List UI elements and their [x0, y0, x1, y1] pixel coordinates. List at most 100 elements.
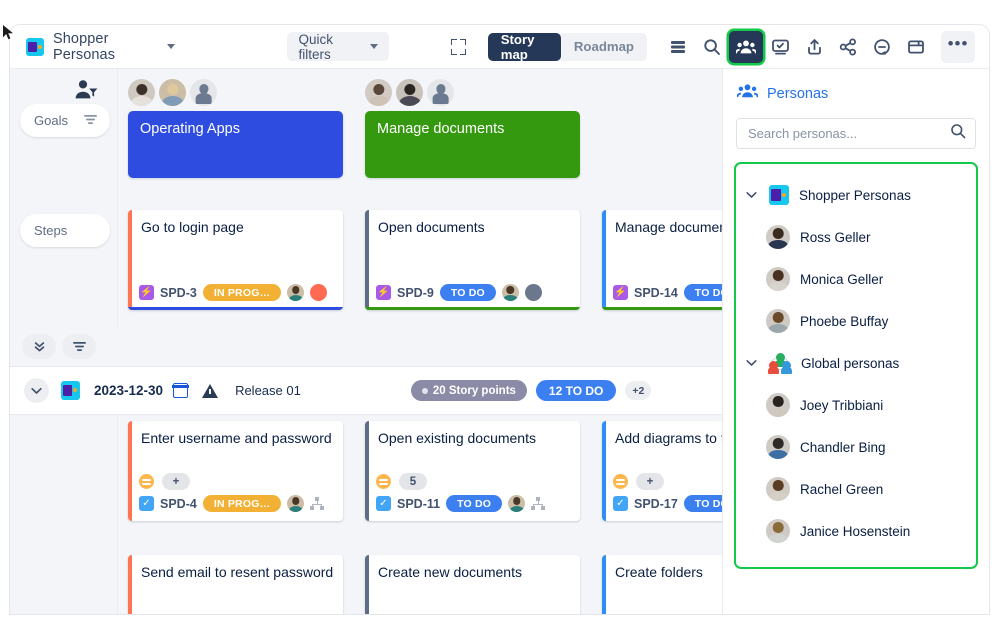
card-key: SPD-9: [397, 285, 434, 300]
chevron-down-icon[interactable]: [746, 186, 759, 204]
window-icon[interactable]: [899, 31, 933, 63]
status-badge[interactable]: IN PROG…: [202, 495, 282, 512]
collapse-all-button[interactable]: [22, 334, 56, 359]
search-personas-input[interactable]: [748, 126, 950, 141]
priority-icon[interactable]: [376, 474, 391, 489]
task-type-icon: [376, 496, 391, 511]
calendar-icon[interactable]: [172, 383, 189, 398]
chevron-down-icon: [167, 44, 176, 49]
chevron-down-icon[interactable]: [24, 378, 49, 403]
story-points-chip[interactable]: 5: [399, 473, 427, 490]
status-badge[interactable]: IN PROG…: [202, 284, 282, 301]
persona-item[interactable]: Phoebe Buffay: [736, 300, 976, 342]
persona-item[interactable]: Monica Geller: [736, 258, 976, 300]
tab-story-map[interactable]: Story map: [487, 32, 561, 62]
status-badge[interactable]: TO DO: [439, 284, 496, 301]
persona-group-global-personas[interactable]: Global personas: [736, 342, 976, 384]
personas-panel-header: Personas: [723, 69, 989, 104]
assignee-avatar[interactable]: [287, 495, 305, 512]
card-title: Open existing documents: [378, 430, 536, 446]
task-card[interactable]: Open existing documents 5 SPD-11 TO DO: [365, 421, 580, 521]
assignee-avatar[interactable]: [287, 284, 305, 301]
persona-avatar[interactable]: [159, 79, 186, 106]
project-selector[interactable]: Shopper Personas: [26, 30, 176, 63]
filter-icon[interactable]: [84, 113, 97, 128]
story-points-badge[interactable]: 20 Story points: [410, 380, 527, 401]
steps-lane-label[interactable]: Steps: [20, 214, 110, 247]
search-icon[interactable]: [950, 123, 966, 144]
warning-icon: [202, 383, 219, 398]
share-icon[interactable]: [831, 31, 865, 63]
story-points-chip[interactable]: +: [162, 473, 190, 490]
priority-icon[interactable]: [613, 474, 628, 489]
status-badge[interactable]: TO DO: [683, 495, 722, 512]
goal-title: Manage documents: [377, 121, 505, 137]
persona-item[interactable]: Janice Hosenstein: [736, 510, 976, 552]
card-edge: [602, 210, 606, 310]
story-card[interactable]: Go to login page ⚡ SPD-3 IN PROG…: [128, 210, 343, 310]
task-card[interactable]: Create new documents: [365, 555, 580, 614]
avatar: [766, 393, 790, 417]
assignee-avatar[interactable]: [501, 284, 519, 301]
quick-filters-button[interactable]: Quick filters: [287, 31, 390, 62]
list-view-icon[interactable]: [661, 31, 695, 63]
card-edge: [365, 421, 369, 521]
persona-group-label: Shopper Personas: [799, 187, 911, 203]
overflow-badge[interactable]: +2: [625, 381, 652, 400]
task-card[interactable]: Enter username and password + SPD-4 IN P…: [128, 421, 343, 521]
task-card[interactable]: Send email to resent password: [128, 555, 343, 614]
goal-card[interactable]: Manage documents: [365, 111, 580, 178]
release-row[interactable]: 2023-12-30 Release 01 20 Story points 12…: [10, 367, 722, 415]
export-icon[interactable]: [797, 31, 831, 63]
goals-lane-label[interactable]: Goals: [20, 104, 110, 137]
persona-item[interactable]: Joey Tribbiani: [736, 384, 976, 426]
persona-item[interactable]: Chandler Bing: [736, 426, 976, 468]
persona-avatar[interactable]: [365, 79, 392, 106]
more-options-icon[interactable]: •••: [941, 30, 975, 63]
personas-icon[interactable]: [729, 30, 763, 63]
card-edge: [128, 555, 132, 614]
card-edge: [602, 421, 606, 521]
add-persona-button[interactable]: [190, 79, 217, 106]
person-filter-icon[interactable]: [74, 79, 98, 106]
story-card[interactable]: Manage document ⚡ SPD-14 TO DO: [602, 210, 722, 310]
search-icon[interactable]: [695, 31, 729, 63]
row-filter-button[interactable]: [62, 334, 96, 359]
status-dot-icon: [310, 284, 328, 301]
project-name: Shopper Personas: [53, 30, 116, 63]
release-date[interactable]: 2023-12-30: [94, 383, 163, 398]
card-edge: [365, 210, 369, 310]
story-card[interactable]: Open documents ⚡ SPD-9 TO DO: [365, 210, 580, 310]
goal-card[interactable]: Operating Apps: [128, 111, 343, 178]
task-card[interactable]: Add diagrams to t + SPD-17 TO DO: [602, 421, 722, 521]
story-type-icon: ⚡: [139, 285, 154, 300]
card-key: SPD-3: [160, 285, 197, 300]
chevron-down-icon[interactable]: [746, 354, 759, 372]
persona-avatar[interactable]: [396, 79, 423, 106]
presentation-icon[interactable]: [763, 31, 797, 63]
tab-roadmap[interactable]: Roadmap: [561, 33, 647, 61]
assignee-avatar[interactable]: [508, 495, 526, 512]
card-title: Open documents: [378, 219, 485, 235]
add-persona-button[interactable]: [427, 79, 454, 106]
status-badge[interactable]: TO DO: [683, 284, 722, 301]
persona-item[interactable]: Rachel Green: [736, 468, 976, 510]
priority-icon[interactable]: [139, 474, 154, 489]
todo-count-badge[interactable]: 12 TO DO: [535, 380, 617, 401]
personas-panel: Personas Shopper Personas Ross Geller: [722, 69, 989, 614]
fullscreen-icon[interactable]: [451, 38, 466, 55]
task-card[interactable]: Create folders: [602, 555, 722, 614]
search-personas-box[interactable]: [736, 118, 976, 149]
dot-icon: [421, 387, 428, 394]
top-toolbar: Shopper Personas Quick filters Story map…: [10, 25, 989, 69]
column-1-personas: [128, 79, 217, 106]
persona-avatar[interactable]: [128, 79, 155, 106]
card-key: SPD-11: [397, 496, 441, 511]
persona-item[interactable]: Ross Geller: [736, 216, 976, 258]
story-points-chip[interactable]: +: [636, 473, 664, 490]
status-badge[interactable]: TO DO: [446, 495, 503, 512]
persona-group-shopper-personas[interactable]: Shopper Personas: [736, 174, 976, 216]
comment-icon[interactable]: [865, 31, 899, 63]
quick-filters-label: Quick filters: [298, 31, 333, 62]
story-type-icon: ⚡: [376, 285, 391, 300]
